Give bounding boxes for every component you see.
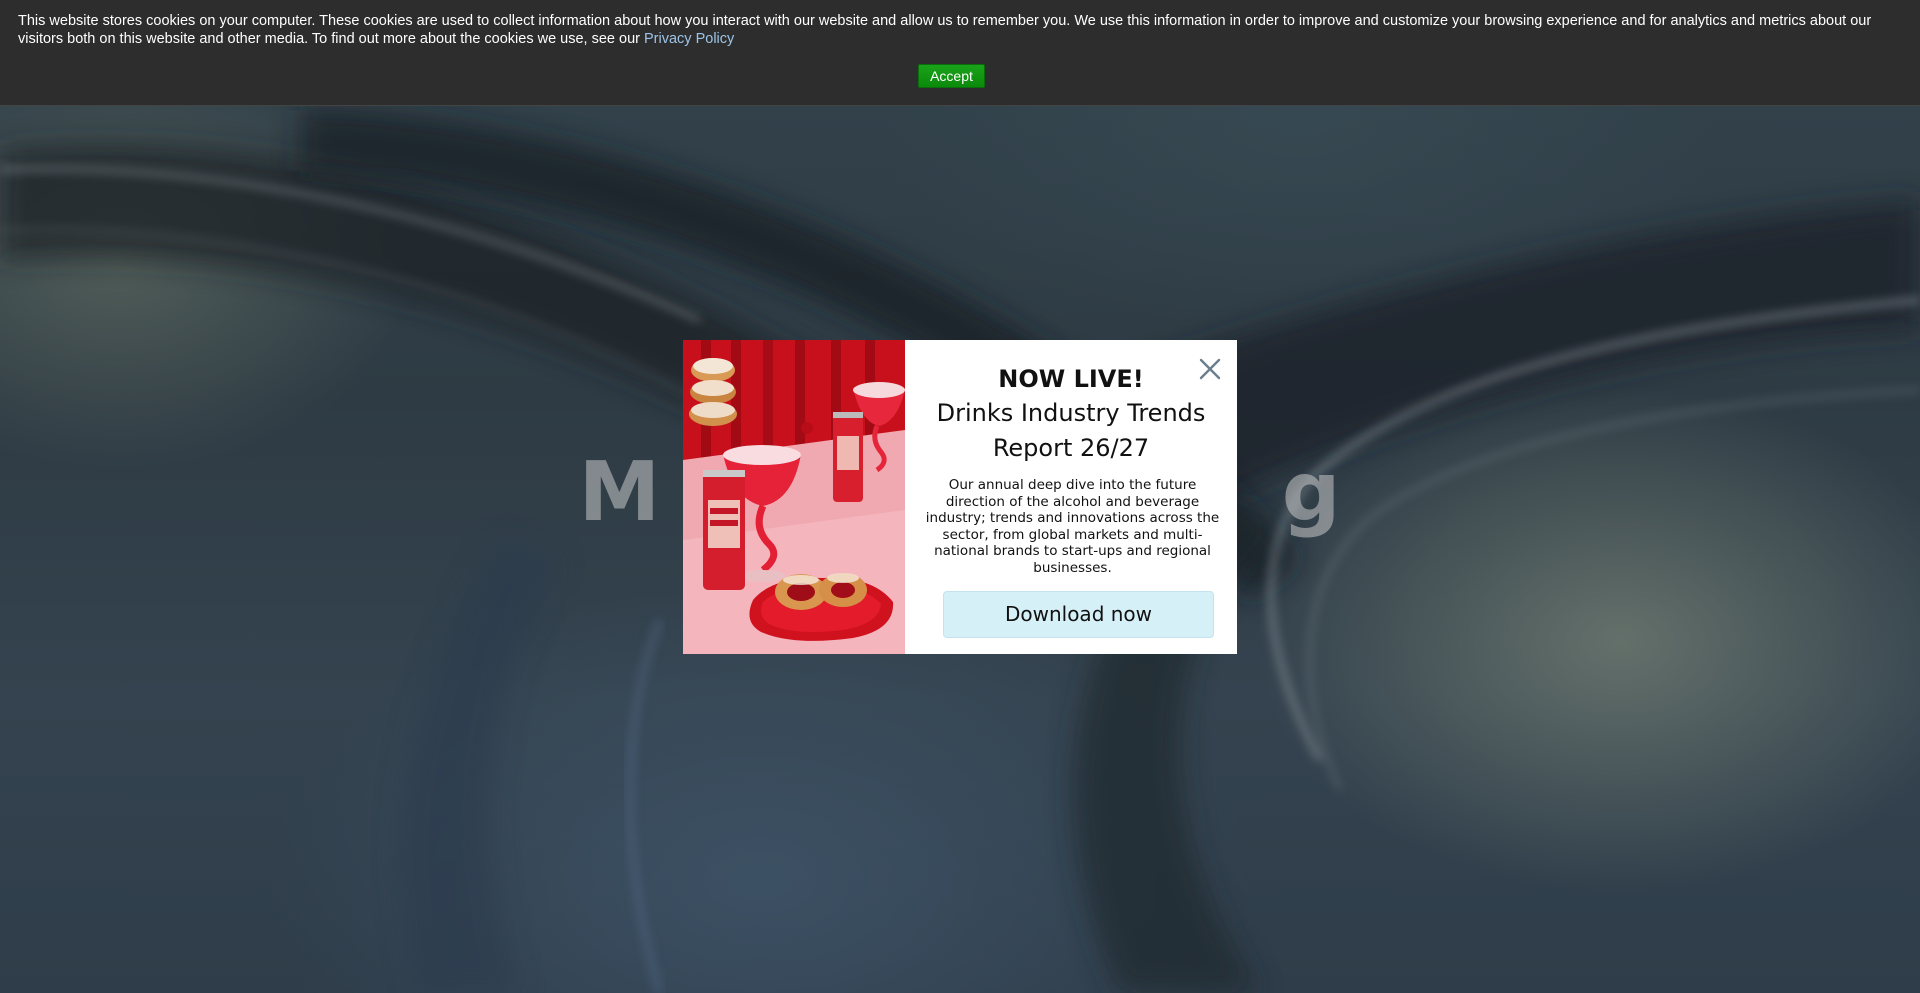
cookie-banner: This website stores cookies on your comp… xyxy=(0,0,1920,106)
download-now-button[interactable]: Download now xyxy=(943,591,1214,638)
privacy-policy-link[interactable]: Privacy Policy xyxy=(644,31,734,47)
popup-headline: NOW LIVE! xyxy=(998,365,1144,393)
popup-content: NOW LIVE! Drinks Industry Trends Report … xyxy=(905,340,1237,654)
report-popup-modal: NOW LIVE! Drinks Industry Trends Report … xyxy=(683,340,1237,654)
accept-cookies-button[interactable]: Accept xyxy=(918,64,985,88)
popup-report-title: Drinks Industry Trends Report 26/27 xyxy=(936,399,1206,462)
cookie-banner-message: This website stores cookies on your comp… xyxy=(18,12,1908,48)
popup-promo-image xyxy=(683,340,905,654)
drinks-product-photo xyxy=(683,340,905,654)
popup-description: Our annual deep dive into the future dir… xyxy=(925,477,1220,576)
cookie-banner-text: This website stores cookies on your comp… xyxy=(18,13,1872,47)
